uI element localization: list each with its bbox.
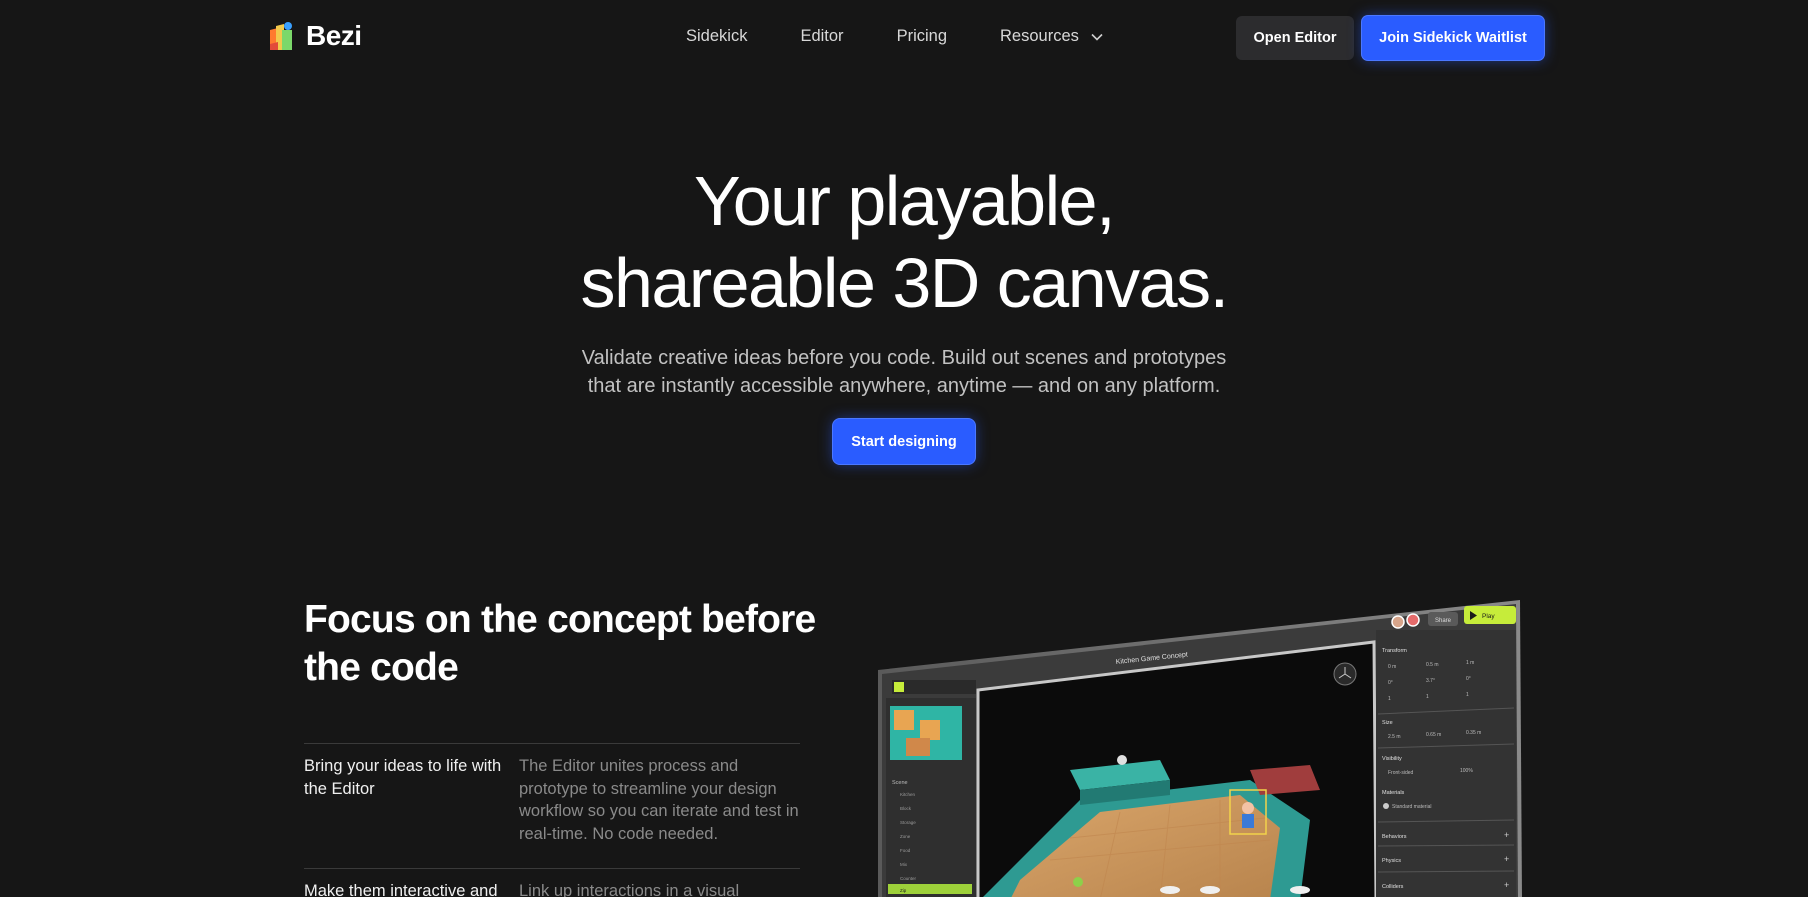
panel-colliders-label: Colliders bbox=[1382, 884, 1404, 890]
mockup-play-button: Play bbox=[1482, 613, 1495, 620]
start-designing-button[interactable]: Start designing bbox=[833, 419, 975, 464]
hero-title-line-2: shareable 3D canvas. bbox=[580, 244, 1229, 322]
hero-title: Your playable, shareable 3D canvas. bbox=[0, 160, 1808, 324]
nav-link-resources[interactable]: Resources bbox=[1000, 27, 1104, 46]
panel-size-h: 0.65 m bbox=[1426, 732, 1441, 738]
feature-row-desc: The Editor unites process and prototype … bbox=[519, 757, 799, 843]
scene-item: Counter bbox=[900, 876, 917, 881]
scene-item: Storage bbox=[900, 820, 916, 825]
svg-text:+: + bbox=[1504, 854, 1509, 864]
panel-materials-label: Materials bbox=[1382, 790, 1405, 796]
panel-size-w: 2.5 m bbox=[1388, 734, 1401, 740]
panel-visibility-label: Visibility bbox=[1382, 756, 1402, 762]
top-nav: Bezi Sidekick Editor Pricing Resources O… bbox=[0, 0, 1808, 76]
open-editor-button[interactable]: Open Editor bbox=[1236, 16, 1354, 60]
svg-text:+: + bbox=[1504, 880, 1509, 890]
feature-divider bbox=[304, 743, 800, 744]
join-waitlist-button[interactable]: Join Sidekick Waitlist bbox=[1362, 16, 1544, 60]
nav-link-editor[interactable]: Editor bbox=[800, 27, 843, 46]
panel-behaviors-label: Behaviors bbox=[1382, 834, 1407, 840]
hero-subtitle-line-1: Validate creative ideas before you code.… bbox=[581, 347, 1227, 369]
feature-row-desc: Link up interactions in a visual bbox=[519, 882, 740, 897]
chevron-down-icon bbox=[1091, 33, 1104, 41]
panel-size-label: Size bbox=[1382, 720, 1393, 726]
feature-row-title: Make them interactive and bbox=[304, 882, 498, 897]
hero-subtitle: Validate creative ideas before you code.… bbox=[0, 344, 1808, 400]
panel-opacity-value: 100% bbox=[1460, 768, 1473, 774]
panel-size-d: 0.35 m bbox=[1466, 730, 1481, 736]
nav-link-pricing[interactable]: Pricing bbox=[897, 27, 947, 46]
panel-x-rot: 0° bbox=[1388, 680, 1393, 686]
nav-link-sidekick[interactable]: Sidekick bbox=[686, 27, 747, 46]
panel-y-rot: 3.7° bbox=[1426, 678, 1435, 684]
svg-text:+: + bbox=[1504, 830, 1509, 840]
feature-row-title: Bring your ideas to life with the Editor bbox=[304, 757, 502, 798]
editor-mockup-image: Kitchen Game Concept Scene Kitchen Block… bbox=[878, 600, 1522, 897]
mockup-share-button: Share bbox=[1435, 618, 1452, 624]
panel-y-scale: 1 bbox=[1426, 694, 1429, 700]
nav-link-resources-label: Resources bbox=[1000, 27, 1079, 45]
panel-visibility-value: Front-sided bbox=[1388, 770, 1414, 776]
hero-subtitle-line-2: that are instantly accessible anywhere, … bbox=[587, 375, 1221, 397]
scene-item: Kitchen bbox=[900, 792, 916, 797]
panel-z-rot: 0° bbox=[1466, 676, 1471, 682]
scene-item: Food bbox=[900, 848, 911, 853]
panel-z-scale: 1 bbox=[1466, 692, 1469, 698]
hero-title-line-1: Your playable, bbox=[693, 162, 1116, 240]
scene-item-selected: Zip bbox=[900, 888, 907, 893]
panel-x-scale: 1 bbox=[1388, 696, 1391, 702]
bezi-logo-icon bbox=[270, 22, 292, 50]
feature-divider bbox=[304, 868, 800, 869]
brand-name: Bezi bbox=[306, 20, 362, 51]
panel-z-pos: 1 m bbox=[1466, 660, 1474, 666]
scene-header: Scene bbox=[892, 780, 908, 786]
scene-item: Block bbox=[900, 806, 912, 811]
panel-transform-label: Transform bbox=[1382, 648, 1407, 654]
panel-x-pos: 0 m bbox=[1388, 664, 1396, 670]
scene-item: Mix bbox=[900, 862, 908, 867]
scene-item: Zone bbox=[900, 834, 911, 839]
panel-y-pos: 0.5 m bbox=[1426, 662, 1439, 668]
panel-material-value: Standard material bbox=[1392, 804, 1431, 810]
panel-physics-label: Physics bbox=[1382, 858, 1401, 864]
features-title: Focus on the concept before the code bbox=[304, 598, 816, 689]
brand-logo[interactable]: Bezi bbox=[268, 20, 362, 52]
primary-nav: Sidekick Editor Pricing Resources bbox=[686, 27, 1104, 46]
